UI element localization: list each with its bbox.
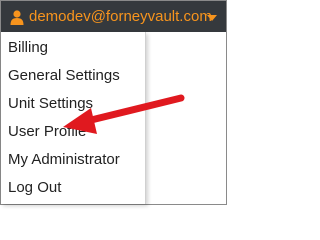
caret-down-icon[interactable] xyxy=(207,15,217,21)
menu-item-log-out[interactable]: Log Out xyxy=(1,174,145,202)
red-arrow-annotation xyxy=(63,94,185,134)
account-menu-header[interactable]: demodev@forneyvault.com xyxy=(1,1,226,32)
menu-item-general-settings[interactable]: General Settings xyxy=(1,62,145,90)
menu-item-billing[interactable]: Billing xyxy=(1,34,145,62)
user-icon xyxy=(10,10,24,25)
account-email[interactable]: demodev@forneyvault.com xyxy=(29,8,212,26)
menu-item-my-administrator[interactable]: My Administrator xyxy=(1,146,145,174)
